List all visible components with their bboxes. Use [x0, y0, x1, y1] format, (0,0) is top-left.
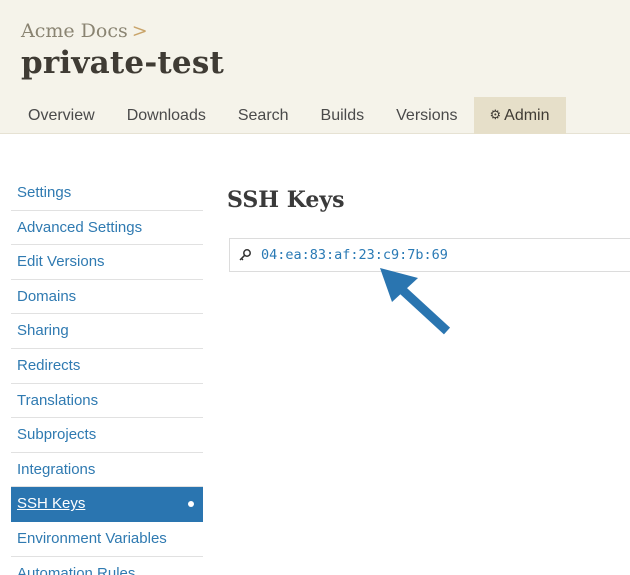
sidebar-item-label: Advanced Settings [17, 218, 143, 236]
sidebar-item-environment-variables[interactable]: Environment Variables [11, 522, 203, 557]
tab-admin[interactable]: ⚙ Admin [473, 97, 566, 134]
sidebar-item-label: Translations [17, 391, 99, 409]
sidebar-item-label: Settings [17, 184, 72, 201]
sidebar-item-edit-versions[interactable]: Edit Versions [11, 245, 203, 280]
sidebar-item-label: SSH Keys [17, 495, 86, 513]
tab-downloads[interactable]: Downloads [111, 97, 222, 134]
sidebar-item-label: Sharing [17, 322, 69, 340]
sidebar-item-subprojects[interactable]: Subprojects [11, 418, 203, 453]
page-title[interactable]: private-test [21, 45, 224, 81]
sidebar-item-label: Automation Rules [17, 564, 136, 575]
tab-builds[interactable]: Builds [305, 97, 381, 134]
sidebar-item-sharing[interactable]: Sharing [11, 314, 203, 349]
sidebar-item-ssh-keys[interactable]: SSH Keys [11, 487, 203, 522]
sidebar-item-label: Subprojects [17, 426, 97, 444]
sidebar-item-advanced-settings[interactable]: Advanced Settings [11, 211, 203, 246]
breadcrumb: Acme Docs > [21, 20, 148, 42]
sidebar-item-redirects[interactable]: Redirects [11, 349, 203, 384]
breadcrumb-separator: > [131, 20, 148, 42]
section-title: SSH Keys [227, 187, 345, 213]
sidebar-item-translations[interactable]: Translations [11, 384, 203, 419]
project-header: Acme Docs > private-test Overview Downloa… [0, 0, 630, 134]
arrow-icon [380, 268, 451, 335]
sidebar-item-settings[interactable]: Settings [11, 176, 203, 211]
sidebar-item-label: Domains [17, 287, 77, 305]
sidebar-item-label: Redirects [17, 356, 81, 374]
sidebar-item-label: Edit Versions [17, 253, 105, 271]
tab-versions[interactable]: Versions [380, 97, 473, 134]
project-tabs: Overview Downloads Search Builds Version… [12, 97, 566, 134]
active-indicator-dot [188, 501, 194, 508]
tab-admin-label: Admin [504, 107, 550, 124]
tab-search[interactable]: Search [222, 97, 305, 134]
sidebar-item-domains[interactable]: Domains [11, 280, 203, 315]
sidebar-item-integrations[interactable]: Integrations [11, 453, 203, 488]
key-icon [239, 249, 251, 261]
sidebar-item-label: Integrations [17, 460, 96, 478]
tab-overview[interactable]: Overview [12, 97, 111, 134]
sidebar-item-automation-rules[interactable]: Automation Rules [11, 557, 203, 575]
sidebar-item-label: Environment Variables [17, 529, 167, 547]
admin-sidebar: Settings Advanced Settings Edit Versions… [11, 176, 203, 575]
breadcrumb-organization-link[interactable]: Acme Docs [21, 20, 128, 42]
gear-icon: ⚙ [489, 107, 502, 122]
